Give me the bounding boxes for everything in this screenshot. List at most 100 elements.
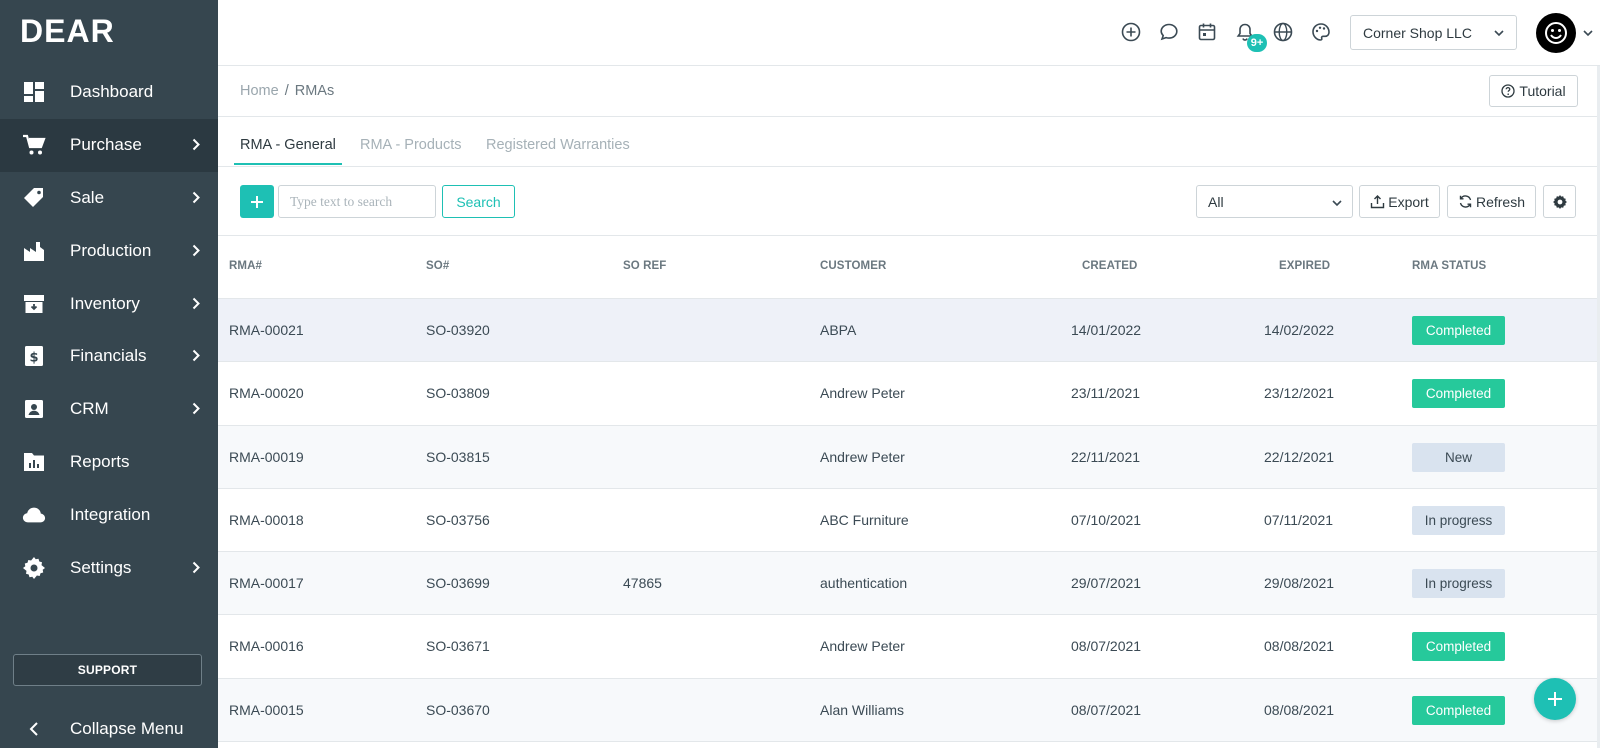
cell-so[interactable]: SO-03671 bbox=[426, 638, 490, 654]
column-settings-button[interactable] bbox=[1543, 185, 1576, 218]
sidebar-item-reports[interactable]: Reports bbox=[0, 436, 218, 489]
globe-icon[interactable] bbox=[1272, 21, 1294, 43]
sidebar-nav: Dashboard Purchase Sale Production Inventory… bbox=[0, 66, 218, 594]
tutorial-button[interactable]: Tutorial bbox=[1489, 75, 1578, 107]
tab-rma-general[interactable]: RMA - General bbox=[234, 137, 342, 165]
company-select[interactable]: Corner Shop LLC bbox=[1350, 15, 1517, 50]
chevron-down-icon[interactable] bbox=[1583, 29, 1593, 37]
cell-created: 14/01/2022 bbox=[1071, 322, 1142, 338]
notification-badge: 9+ bbox=[1247, 34, 1267, 52]
floating-add-button[interactable] bbox=[1534, 678, 1576, 720]
sidebar-item-integration[interactable]: Integration bbox=[0, 488, 218, 541]
cell-rma[interactable]: RMA-00017 bbox=[229, 575, 304, 591]
cell-created: 07/10/2021 bbox=[1071, 511, 1142, 528]
sidebar-item-sale[interactable]: Sale bbox=[0, 172, 218, 225]
smiley-icon bbox=[1545, 22, 1567, 44]
search-button[interactable]: Search bbox=[442, 185, 515, 218]
export-button[interactable]: Export bbox=[1359, 185, 1440, 218]
chevron-right-icon bbox=[192, 297, 202, 311]
refresh-icon bbox=[1459, 195, 1472, 208]
cell-so[interactable]: SO-03756 bbox=[426, 512, 490, 528]
table-row[interactable]: RMA-00019 SO-03815 Andrew Peter 22/11/2021 2… bbox=[218, 425, 1600, 489]
table-row[interactable]: RMA-00017 SO-03699 47865 authentication 29/0… bbox=[218, 552, 1600, 616]
sidebar-item-label: Reports bbox=[70, 451, 130, 471]
cell-rma[interactable]: RMA-00015 bbox=[229, 702, 304, 718]
cell-rma[interactable]: RMA-00021 bbox=[229, 322, 304, 338]
cell-so[interactable]: SO-03670 bbox=[426, 702, 490, 718]
cell-rma[interactable]: RMA-00018 bbox=[229, 512, 304, 528]
table-row[interactable]: RMA-00015 SO-03670 Alan Williams 08/07/2021… bbox=[218, 678, 1600, 743]
column-header-expired[interactable]: EXPIRED bbox=[1279, 260, 1330, 272]
cell-created: 22/11/2021 bbox=[1071, 448, 1141, 465]
plus-icon bbox=[1548, 692, 1562, 706]
cell-expired: 08/08/2021 bbox=[1264, 701, 1335, 718]
tab-registered-warranties[interactable]: Registered Warranties bbox=[486, 137, 630, 163]
chevron-right-icon bbox=[192, 349, 202, 363]
sidebar-item-label: Integration bbox=[70, 504, 151, 524]
sidebar-item-label: Financials bbox=[70, 346, 147, 366]
status-badge: In progress bbox=[1412, 505, 1505, 535]
add-rma-button[interactable] bbox=[240, 185, 274, 218]
sidebar-item-label: CRM bbox=[70, 399, 109, 419]
add-circle-icon[interactable] bbox=[1120, 21, 1142, 43]
column-header-created[interactable]: CREATED bbox=[1082, 260, 1137, 272]
column-header-so-ref[interactable]: SO REF bbox=[623, 260, 666, 272]
upload-icon bbox=[1371, 195, 1385, 209]
avatar[interactable] bbox=[1536, 13, 1576, 53]
cell-customer: Andrew Peter bbox=[820, 385, 905, 402]
chevron-down-icon bbox=[1494, 30, 1504, 37]
table-row[interactable]: RMA-00018 SO-03756 ABC Furniture 07/10/2021… bbox=[218, 489, 1600, 553]
tab-rma-products[interactable]: RMA - Products bbox=[360, 137, 462, 163]
svg-text:DEAR: DEAR bbox=[20, 14, 115, 48]
column-header-so[interactable]: SO# bbox=[426, 260, 449, 272]
refresh-button[interactable]: Refresh bbox=[1447, 185, 1536, 218]
sidebar-item-production[interactable]: Production bbox=[0, 224, 218, 277]
toolbar: Search All Export Refresh bbox=[218, 167, 1600, 236]
cell-so[interactable]: SO-03815 bbox=[426, 449, 490, 465]
table-row[interactable]: RMA-00021 SO-03920 ABPA 14/01/2022 14/02/202… bbox=[218, 299, 1600, 363]
sidebar-item-purchase[interactable]: Purchase bbox=[0, 118, 218, 172]
collapse-menu-label: Collapse Menu bbox=[70, 719, 184, 738]
help-icon bbox=[1501, 84, 1516, 98]
breadcrumb-home[interactable]: Home bbox=[240, 83, 279, 99]
status-badge: Completed bbox=[1412, 379, 1505, 409]
table-row[interactable]: RMA-00016 SO-03671 Andrew Peter 08/07/2021 0… bbox=[218, 615, 1600, 679]
cell-customer: Andrew Peter bbox=[820, 638, 905, 655]
collapse-menu-button[interactable]: Collapse Menu bbox=[0, 714, 218, 744]
sidebar-item-settings[interactable]: Settings bbox=[0, 541, 218, 594]
chat-icon[interactable] bbox=[1158, 21, 1180, 43]
column-header-customer[interactable]: CUSTOMER bbox=[820, 260, 886, 272]
chevron-right-icon bbox=[192, 191, 202, 205]
status-filter-select[interactable]: All bbox=[1196, 185, 1353, 218]
sidebar-item-crm[interactable]: CRM bbox=[0, 383, 218, 436]
cloud-icon bbox=[22, 503, 46, 527]
cell-so[interactable]: SO-03920 bbox=[426, 322, 490, 338]
cell-rma[interactable]: RMA-00019 bbox=[229, 449, 304, 465]
tab-bar: RMA - General RMA - Products Registered … bbox=[218, 117, 1600, 167]
gear-icon bbox=[1552, 194, 1567, 209]
support-button[interactable]: SUPPORT bbox=[13, 654, 202, 686]
cell-customer: ABPA bbox=[820, 322, 857, 338]
search-input[interactable] bbox=[278, 185, 436, 218]
column-header-rma-status[interactable]: RMA STATUS bbox=[1412, 260, 1486, 272]
column-header-rma[interactable]: RMA# bbox=[229, 260, 262, 272]
sidebar-item-dashboard[interactable]: Dashboard bbox=[0, 66, 218, 119]
dear-logo[interactable]: DEAR bbox=[20, 14, 140, 48]
chevron-right-icon bbox=[192, 561, 202, 575]
sidebar-item-financials[interactable]: $ Financials bbox=[0, 330, 218, 383]
cell-rma[interactable]: RMA-00016 bbox=[229, 638, 304, 654]
palette-icon[interactable] bbox=[1310, 21, 1332, 43]
cell-rma[interactable]: RMA-00020 bbox=[229, 385, 304, 401]
calendar-icon[interactable] bbox=[1196, 21, 1218, 43]
cell-customer: Andrew Peter bbox=[820, 448, 905, 465]
cell-created: 08/07/2021 bbox=[1071, 701, 1142, 718]
breadcrumb-bar: Home / RMAs Tutorial bbox=[218, 66, 1600, 117]
cell-so[interactable]: SO-03809 bbox=[426, 385, 490, 401]
sidebar-item-label: Settings bbox=[70, 557, 132, 577]
table-row[interactable]: RMA-00020 SO-03809 Andrew Peter 23/11/2021 2… bbox=[218, 362, 1600, 426]
cell-so[interactable]: SO-03699 bbox=[426, 575, 490, 591]
sidebar-item-inventory[interactable]: Inventory bbox=[0, 277, 218, 330]
chevron-right-icon bbox=[192, 402, 202, 416]
svg-text:$: $ bbox=[29, 351, 38, 366]
chevron-down-icon bbox=[1332, 200, 1342, 207]
